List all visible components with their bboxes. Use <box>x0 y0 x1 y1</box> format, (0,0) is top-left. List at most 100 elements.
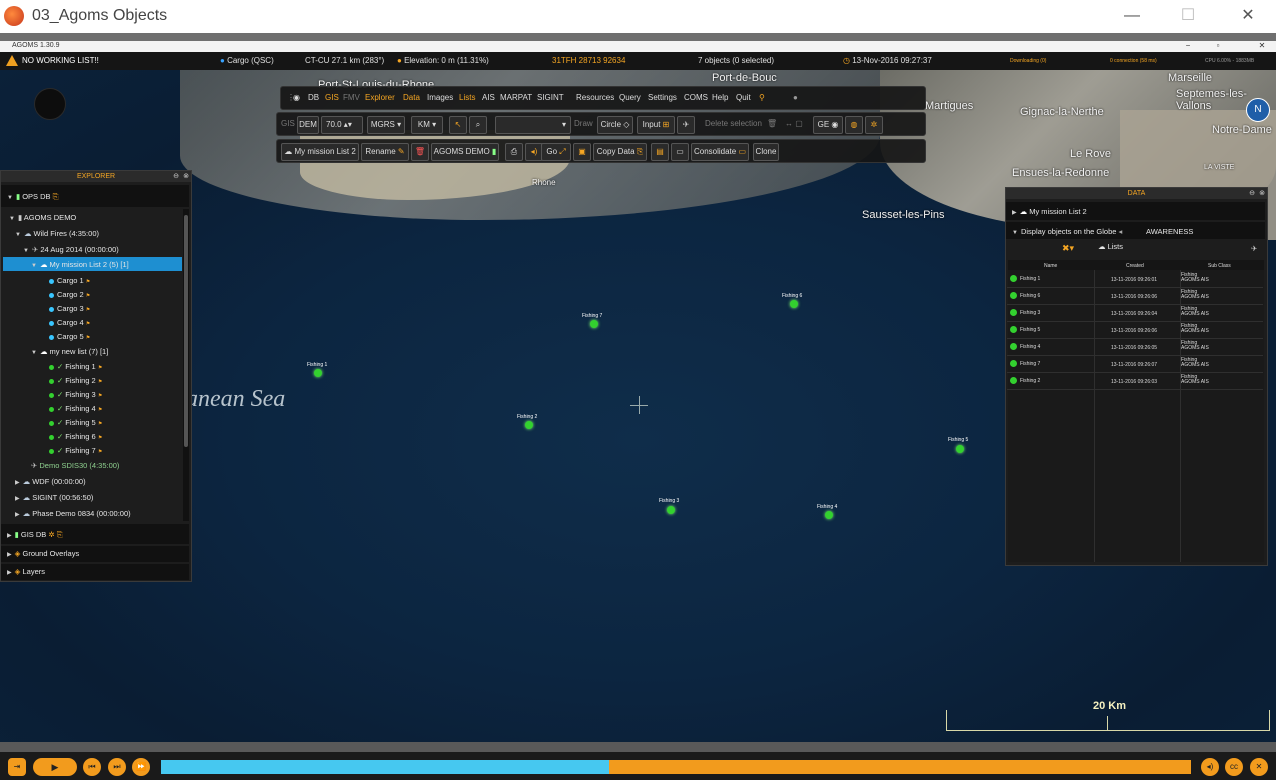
map-object-marker[interactable] <box>956 445 964 453</box>
map-object-marker[interactable] <box>667 506 675 514</box>
delete-selection-button[interactable]: Delete selection <box>705 113 762 135</box>
map-object-marker[interactable] <box>825 511 833 519</box>
tab-resources[interactable]: Resources <box>576 87 614 109</box>
ops-db-node[interactable]: ▼ ▮ OPS DB ⎘ <box>7 192 59 202</box>
tab-images[interactable]: Images <box>427 87 453 109</box>
layers-node[interactable]: ▶ ◈ Layers <box>7 567 45 576</box>
tab-coms[interactable]: COMS <box>684 87 708 109</box>
collapse-icon[interactable]: ⊖ <box>1249 188 1255 199</box>
layer-dropdown[interactable]: ▾ <box>495 116 571 134</box>
play-button[interactable]: ▶ <box>33 758 77 776</box>
tree-new-list[interactable]: ▼ ☁ my new list (7) [1] <box>31 347 108 356</box>
consolidate-button[interactable]: Consolidate ▭ <box>691 143 749 161</box>
lists-tab[interactable]: ☁ Lists <box>1098 242 1123 251</box>
exit-icon[interactable]: ⇥ <box>8 758 26 776</box>
pointer-icon[interactable]: ↖ <box>449 116 467 134</box>
satellite-icon[interactable]: ✈ <box>677 116 695 134</box>
timeline-track[interactable] <box>161 760 1191 774</box>
tab-fmv[interactable]: FMV <box>343 87 360 109</box>
fast-forward-icon[interactable]: ⏩ <box>132 758 150 776</box>
tab-settings[interactable]: Settings <box>648 87 677 109</box>
delete-icon[interactable]: 🗑 <box>411 143 429 161</box>
tab-marpat[interactable]: MARPAT <box>500 87 532 109</box>
app-minimize-button[interactable]: − <box>1176 41 1200 50</box>
minimize-button[interactable]: — <box>1110 4 1154 28</box>
tree-cargo-item[interactable]: Cargo 2 ⚑ <box>49 290 90 299</box>
table-row[interactable]: Fishing 5 13-11-2016 09:26:06 Fishing AGOM… <box>1007 322 1263 339</box>
close-button[interactable]: ✕ <box>1226 4 1270 28</box>
image-icon[interactable]: ▣ <box>573 143 591 161</box>
circle-select[interactable]: Circle ◇ <box>597 116 633 134</box>
close-list-icon[interactable]: ✖▾ <box>1062 243 1074 254</box>
tree-fishing-item[interactable]: ✓ Fishing 4 ⚑ <box>49 404 102 413</box>
tree-agoms-demo[interactable]: ▼ ▮ AGOMS DEMO <box>9 213 76 222</box>
tab-sigint[interactable]: SIGINT <box>537 87 564 109</box>
close-player-icon[interactable]: ✕ <box>1250 758 1268 776</box>
tree-mission-list[interactable]: ▼ ☁ My mission List 2 (5) [1] <box>31 260 129 269</box>
explorer-scrollbar-thumb[interactable] <box>184 215 188 447</box>
mission-list-button[interactable]: ☁ My mission List 2 <box>281 143 359 161</box>
map-object-marker[interactable] <box>525 421 533 429</box>
ge-button[interactable]: GE ◉ <box>813 116 843 134</box>
volume-icon[interactable]: ◂) <box>1201 758 1219 776</box>
tree-cargo-item[interactable]: Cargo 5 ⚑ <box>49 332 90 341</box>
close-icon[interactable]: ⊗ <box>183 171 189 182</box>
tree-fishing-item[interactable]: ✓ Fishing 6 ⚑ <box>49 432 102 441</box>
table-row[interactable]: Fishing 7 13-11-2016 09:26:07 Fishing AGOM… <box>1007 356 1263 373</box>
tab-lists[interactable]: Lists <box>459 87 475 109</box>
copy-data-button[interactable]: Copy Data ⎘ <box>593 143 647 161</box>
table-row[interactable]: Fishing 3 13-11-2016 09:26:04 Fishing AGOM… <box>1007 305 1263 322</box>
map-object-marker[interactable] <box>790 300 798 308</box>
dem-value-input[interactable]: 70.0 ▴▾ <box>321 116 363 134</box>
skip-forward-icon[interactable]: ⏭ <box>108 758 126 776</box>
agoms-demo-button[interactable]: AGOMS DEMO ▮ <box>431 143 499 161</box>
awareness-label[interactable]: AWARENESS <box>1146 227 1193 236</box>
compass-icon[interactable] <box>34 88 66 120</box>
tab-data[interactable]: Data <box>403 87 420 109</box>
tree-fishing-item[interactable]: ✓ Fishing 2 ⚑ <box>49 376 102 385</box>
table-row[interactable]: Fishing 2 13-11-2016 09:26:03 Fishing AGOM… <box>1007 373 1263 390</box>
ground-overlays-node[interactable]: ▶ ◈ Ground Overlays <box>7 549 79 558</box>
map-object-marker[interactable] <box>590 320 598 328</box>
tree-fishing-item[interactable]: ✓ Fishing 5 ⚑ <box>49 418 102 427</box>
tree-demo-sdis[interactable]: ✈ Demo SDIS30 (4:35:00) <box>31 461 119 470</box>
clone-button[interactable]: Clone <box>753 143 779 161</box>
table-row[interactable]: Fishing 4 13-11-2016 09:26:05 Fishing AGOM… <box>1007 339 1263 356</box>
toggle-icon[interactable]: ◉ <box>293 87 300 109</box>
tree-fishing-item[interactable]: ✓ Fishing 7 ⚑ <box>49 446 102 455</box>
tree-cargo-item[interactable]: Cargo 4 ⚑ <box>49 318 90 327</box>
comment-icon[interactable]: ▭ <box>671 143 689 161</box>
tree-fishing-item[interactable]: ✓ Fishing 1 ⚑ <box>49 362 102 371</box>
tab-ais[interactable]: AIS <box>482 87 495 109</box>
app-close-button[interactable]: ✕ <box>1250 41 1274 50</box>
tab-query[interactable]: Query <box>619 87 641 109</box>
tree-sigint[interactable]: ▶ ☁ SIGINT (00:56:50) <box>15 493 93 502</box>
tree-date-node[interactable]: ▼ ✈ 24 Aug 2014 (00:00:00) <box>23 245 119 254</box>
close-icon[interactable]: ⊗ <box>1259 188 1265 199</box>
column-header-created[interactable]: Created <box>1126 263 1144 269</box>
mgrs-select[interactable]: MGRS ▾ <box>367 116 405 134</box>
table-icon[interactable]: ▤ <box>651 143 669 161</box>
zoom-icon[interactable]: ⌕ <box>469 116 487 134</box>
tab-gis[interactable]: GIS <box>325 87 339 109</box>
km-select[interactable]: KM ▾ <box>411 116 443 134</box>
pin-icon[interactable]: ⚲ <box>759 87 765 109</box>
gis-db-node[interactable]: ▶ ▮ GIS DB ✲ ⎘ <box>7 530 63 540</box>
tab-db[interactable]: DB <box>308 87 319 109</box>
map-object-marker[interactable] <box>314 369 322 377</box>
arrows-icon[interactable]: ↔ ▢ <box>785 113 803 135</box>
column-header-subclass[interactable]: Sub Class <box>1208 263 1231 269</box>
dem-button[interactable]: DEM <box>297 116 319 134</box>
tree-wdf[interactable]: ▶ ☁ WDF (00:00:00) <box>15 477 86 486</box>
column-header-name[interactable]: Name <box>1044 263 1057 269</box>
gear-icon[interactable]: ✲ <box>865 116 883 134</box>
globe-icon[interactable]: ◍ <box>845 116 863 134</box>
data-mission-list[interactable]: ▶ ☁ My mission List 2 <box>1012 207 1087 216</box>
table-row[interactable]: Fishing 6 13-11-2016 09:26:06 Fishing AGOM… <box>1007 288 1263 305</box>
app-maximize-button[interactable]: ▫ <box>1206 41 1230 50</box>
tab-explorer[interactable]: Explorer <box>365 87 395 109</box>
table-row[interactable]: Fishing 1 13-11-2016 09:26:01 Fishing AGOM… <box>1007 271 1263 288</box>
camera-icon[interactable]: ⎙ <box>505 143 523 161</box>
skip-back-icon[interactable]: ⏮ <box>83 758 101 776</box>
tree-cargo-item[interactable]: Cargo 3 ⚑ <box>49 304 90 313</box>
